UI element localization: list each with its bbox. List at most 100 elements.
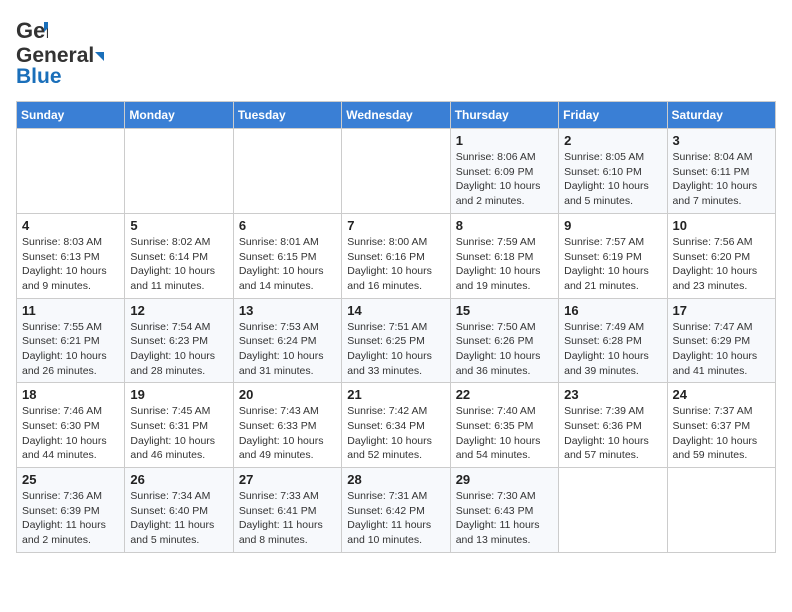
day-content: Sunrise: 7:37 AMSunset: 6:37 PMDaylight:… (673, 404, 770, 463)
week-row-3: 11 Sunrise: 7:55 AMSunset: 6:21 PMDayligh… (17, 298, 776, 383)
day-number: 15 (456, 303, 553, 318)
day-number: 17 (673, 303, 770, 318)
day-content: Sunrise: 8:01 AMSunset: 6:15 PMDaylight:… (239, 235, 336, 294)
day-content: Sunrise: 7:50 AMSunset: 6:26 PMDaylight:… (456, 320, 553, 379)
week-row-2: 4 Sunrise: 8:03 AMSunset: 6:13 PMDaylight… (17, 213, 776, 298)
day-content: Sunrise: 8:00 AMSunset: 6:16 PMDaylight:… (347, 235, 444, 294)
day-cell: 16 Sunrise: 7:49 AMSunset: 6:28 PMDayligh… (559, 298, 667, 383)
day-number: 26 (130, 472, 227, 487)
day-content: Sunrise: 7:46 AMSunset: 6:30 PMDaylight:… (22, 404, 119, 463)
col-header-thursday: Thursday (450, 102, 558, 129)
day-number: 6 (239, 218, 336, 233)
day-cell: 2 Sunrise: 8:05 AMSunset: 6:10 PMDaylight… (559, 129, 667, 214)
col-header-friday: Friday (559, 102, 667, 129)
day-cell: 24 Sunrise: 7:37 AMSunset: 6:37 PMDayligh… (667, 383, 775, 468)
logo-line1: General (16, 44, 94, 67)
day-number: 23 (564, 387, 661, 402)
day-content: Sunrise: 7:34 AMSunset: 6:40 PMDaylight:… (130, 489, 227, 548)
day-number: 18 (22, 387, 119, 402)
day-number: 7 (347, 218, 444, 233)
day-content: Sunrise: 7:33 AMSunset: 6:41 PMDaylight:… (239, 489, 336, 548)
day-content: Sunrise: 7:30 AMSunset: 6:43 PMDaylight:… (456, 489, 553, 548)
col-header-saturday: Saturday (667, 102, 775, 129)
day-content: Sunrise: 7:57 AMSunset: 6:19 PMDaylight:… (564, 235, 661, 294)
day-cell: 11 Sunrise: 7:55 AMSunset: 6:21 PMDayligh… (17, 298, 125, 383)
calendar-table: SundayMondayTuesdayWednesdayThursdayFrid… (16, 101, 776, 553)
day-content: Sunrise: 7:47 AMSunset: 6:29 PMDaylight:… (673, 320, 770, 379)
day-content: Sunrise: 8:04 AMSunset: 6:11 PMDaylight:… (673, 150, 770, 209)
header: General General Blue (16, 16, 776, 89)
day-cell: 13 Sunrise: 7:53 AMSunset: 6:24 PMDayligh… (233, 298, 341, 383)
day-number: 8 (456, 218, 553, 233)
day-number: 25 (22, 472, 119, 487)
day-cell: 8 Sunrise: 7:59 AMSunset: 6:18 PMDaylight… (450, 213, 558, 298)
day-content: Sunrise: 7:54 AMSunset: 6:23 PMDaylight:… (130, 320, 227, 379)
logo-line2: Blue (16, 65, 62, 89)
day-number: 19 (130, 387, 227, 402)
day-content: Sunrise: 7:53 AMSunset: 6:24 PMDaylight:… (239, 320, 336, 379)
day-number: 2 (564, 133, 661, 148)
day-number: 10 (673, 218, 770, 233)
day-content: Sunrise: 7:39 AMSunset: 6:36 PMDaylight:… (564, 404, 661, 463)
week-row-5: 25 Sunrise: 7:36 AMSunset: 6:39 PMDayligh… (17, 468, 776, 553)
day-number: 16 (564, 303, 661, 318)
day-cell (233, 129, 341, 214)
day-cell: 6 Sunrise: 8:01 AMSunset: 6:15 PMDaylight… (233, 213, 341, 298)
day-number: 14 (347, 303, 444, 318)
svg-text:General: General (16, 18, 48, 43)
day-number: 11 (22, 303, 119, 318)
day-cell: 17 Sunrise: 7:47 AMSunset: 6:29 PMDayligh… (667, 298, 775, 383)
day-cell: 22 Sunrise: 7:40 AMSunset: 6:35 PMDayligh… (450, 383, 558, 468)
day-cell (17, 129, 125, 214)
day-content: Sunrise: 7:43 AMSunset: 6:33 PMDaylight:… (239, 404, 336, 463)
day-cell: 27 Sunrise: 7:33 AMSunset: 6:41 PMDayligh… (233, 468, 341, 553)
day-number: 24 (673, 387, 770, 402)
day-cell (125, 129, 233, 214)
day-number: 4 (22, 218, 119, 233)
day-number: 22 (456, 387, 553, 402)
day-number: 1 (456, 133, 553, 148)
day-cell: 18 Sunrise: 7:46 AMSunset: 6:30 PMDayligh… (17, 383, 125, 468)
day-cell: 26 Sunrise: 7:34 AMSunset: 6:40 PMDayligh… (125, 468, 233, 553)
day-content: Sunrise: 7:42 AMSunset: 6:34 PMDaylight:… (347, 404, 444, 463)
day-cell: 28 Sunrise: 7:31 AMSunset: 6:42 PMDayligh… (342, 468, 450, 553)
calendar-header: SundayMondayTuesdayWednesdayThursdayFrid… (17, 102, 776, 129)
day-cell: 7 Sunrise: 8:00 AMSunset: 6:16 PMDaylight… (342, 213, 450, 298)
week-row-4: 18 Sunrise: 7:46 AMSunset: 6:30 PMDayligh… (17, 383, 776, 468)
day-number: 21 (347, 387, 444, 402)
col-header-monday: Monday (125, 102, 233, 129)
day-content: Sunrise: 7:36 AMSunset: 6:39 PMDaylight:… (22, 489, 119, 548)
day-cell: 19 Sunrise: 7:45 AMSunset: 6:31 PMDayligh… (125, 383, 233, 468)
day-content: Sunrise: 7:55 AMSunset: 6:21 PMDaylight:… (22, 320, 119, 379)
day-number: 13 (239, 303, 336, 318)
day-content: Sunrise: 7:56 AMSunset: 6:20 PMDaylight:… (673, 235, 770, 294)
day-content: Sunrise: 7:59 AMSunset: 6:18 PMDaylight:… (456, 235, 553, 294)
day-cell: 12Sunrise: 7:54 AMSunset: 6:23 PMDayligh… (125, 298, 233, 383)
day-content: Sunrise: 7:40 AMSunset: 6:35 PMDaylight:… (456, 404, 553, 463)
day-cell: 1Sunrise: 8:06 AMSunset: 6:09 PMDaylight… (450, 129, 558, 214)
col-header-tuesday: Tuesday (233, 102, 341, 129)
day-content: Sunrise: 8:02 AMSunset: 6:14 PMDaylight:… (130, 235, 227, 294)
day-cell: 21 Sunrise: 7:42 AMSunset: 6:34 PMDayligh… (342, 383, 450, 468)
day-number: 5 (130, 218, 227, 233)
day-content: Sunrise: 7:51 AMSunset: 6:25 PMDaylight:… (347, 320, 444, 379)
day-content: Sunrise: 7:45 AMSunset: 6:31 PMDaylight:… (130, 404, 227, 463)
day-content: Sunrise: 7:31 AMSunset: 6:42 PMDaylight:… (347, 489, 444, 548)
day-cell: 10 Sunrise: 7:56 AMSunset: 6:20 PMDayligh… (667, 213, 775, 298)
day-cell: 14 Sunrise: 7:51 AMSunset: 6:25 PMDayligh… (342, 298, 450, 383)
day-cell: 9Sunrise: 7:57 AMSunset: 6:19 PMDaylight… (559, 213, 667, 298)
day-content: Sunrise: 8:03 AMSunset: 6:13 PMDaylight:… (22, 235, 119, 294)
logo: General General Blue (16, 16, 104, 89)
day-number: 27 (239, 472, 336, 487)
day-cell: 5 Sunrise: 8:02 AMSunset: 6:14 PMDaylight… (125, 213, 233, 298)
day-cell: 4 Sunrise: 8:03 AMSunset: 6:13 PMDaylight… (17, 213, 125, 298)
day-cell: 29Sunrise: 7:30 AMSunset: 6:43 PMDayligh… (450, 468, 558, 553)
day-cell: 15 Sunrise: 7:50 AMSunset: 6:26 PMDayligh… (450, 298, 558, 383)
col-header-sunday: Sunday (17, 102, 125, 129)
day-number: 20 (239, 387, 336, 402)
day-number: 28 (347, 472, 444, 487)
day-number: 3 (673, 133, 770, 148)
day-content: Sunrise: 7:49 AMSunset: 6:28 PMDaylight:… (564, 320, 661, 379)
col-header-wednesday: Wednesday (342, 102, 450, 129)
day-content: Sunrise: 8:05 AMSunset: 6:10 PMDaylight:… (564, 150, 661, 209)
